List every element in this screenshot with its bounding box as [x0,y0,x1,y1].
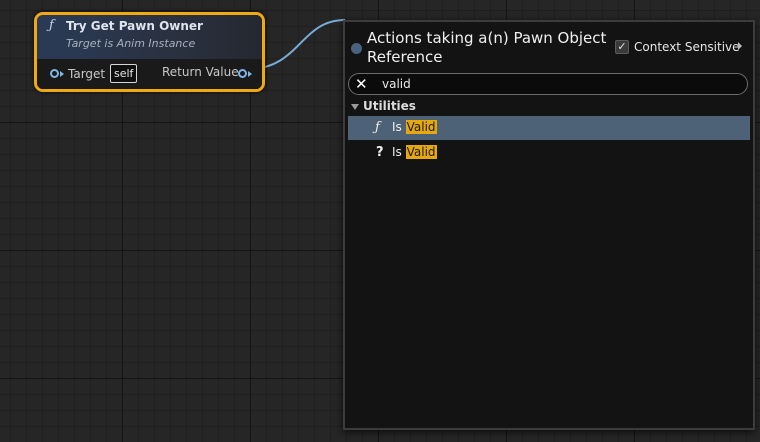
search-match-highlight: Valid [405,120,437,134]
search-match-highlight: Valid [405,145,437,159]
search-box[interactable]: ✕ valid [348,73,748,95]
function-icon: ƒ [375,120,380,135]
category-utilities[interactable]: Utilities [345,98,753,116]
node-subtitle: Target is Anim Instance [66,37,196,50]
action-menu-panel: Actions taking a(n) Pawn Object Referenc… [343,20,755,430]
target-pin-arrow-icon [60,71,64,77]
search-input[interactable]: valid [382,77,411,91]
context-sensitive-checkbox[interactable]: ✓ [615,40,629,54]
target-pin-icon[interactable] [50,69,59,78]
try-get-pawn-owner-node[interactable]: ƒ Try Get Pawn Owner Target is Anim Inst… [34,12,265,92]
node-header[interactable]: ƒ Try Get Pawn Owner Target is Anim Inst… [37,15,262,59]
item-label-prefix: Is [392,120,406,134]
category-label: Utilities [363,99,416,113]
clear-search-icon[interactable]: ✕ [355,75,368,93]
chevron-right-icon[interactable] [738,42,742,50]
target-value-field[interactable]: self [110,64,138,83]
node-title: Try Get Pawn Owner [66,19,203,33]
target-pin-label: Target [68,67,106,81]
return-value-pin-icon[interactable] [238,69,247,78]
action-item-is-valid-macro[interactable]: ? Is Valid [348,141,750,165]
object-reference-icon [351,43,362,54]
node-body: Target self Return Value [37,59,262,89]
context-sensitive-label[interactable]: Context Sensitive [634,40,740,54]
question-icon: ? [376,145,384,160]
action-item-label: Is Valid [392,120,437,134]
return-pin-arrow-icon [248,71,252,77]
action-item-label: Is Valid [392,145,437,159]
chevron-down-icon[interactable] [351,104,359,110]
item-label-prefix: Is [392,145,406,159]
function-icon: ƒ [49,18,54,33]
action-item-is-valid-function[interactable]: ƒ Is Valid [348,116,750,140]
return-value-label: Return Value [162,65,239,79]
action-menu-title: Actions taking a(n) Pawn Object Referenc… [367,29,607,66]
